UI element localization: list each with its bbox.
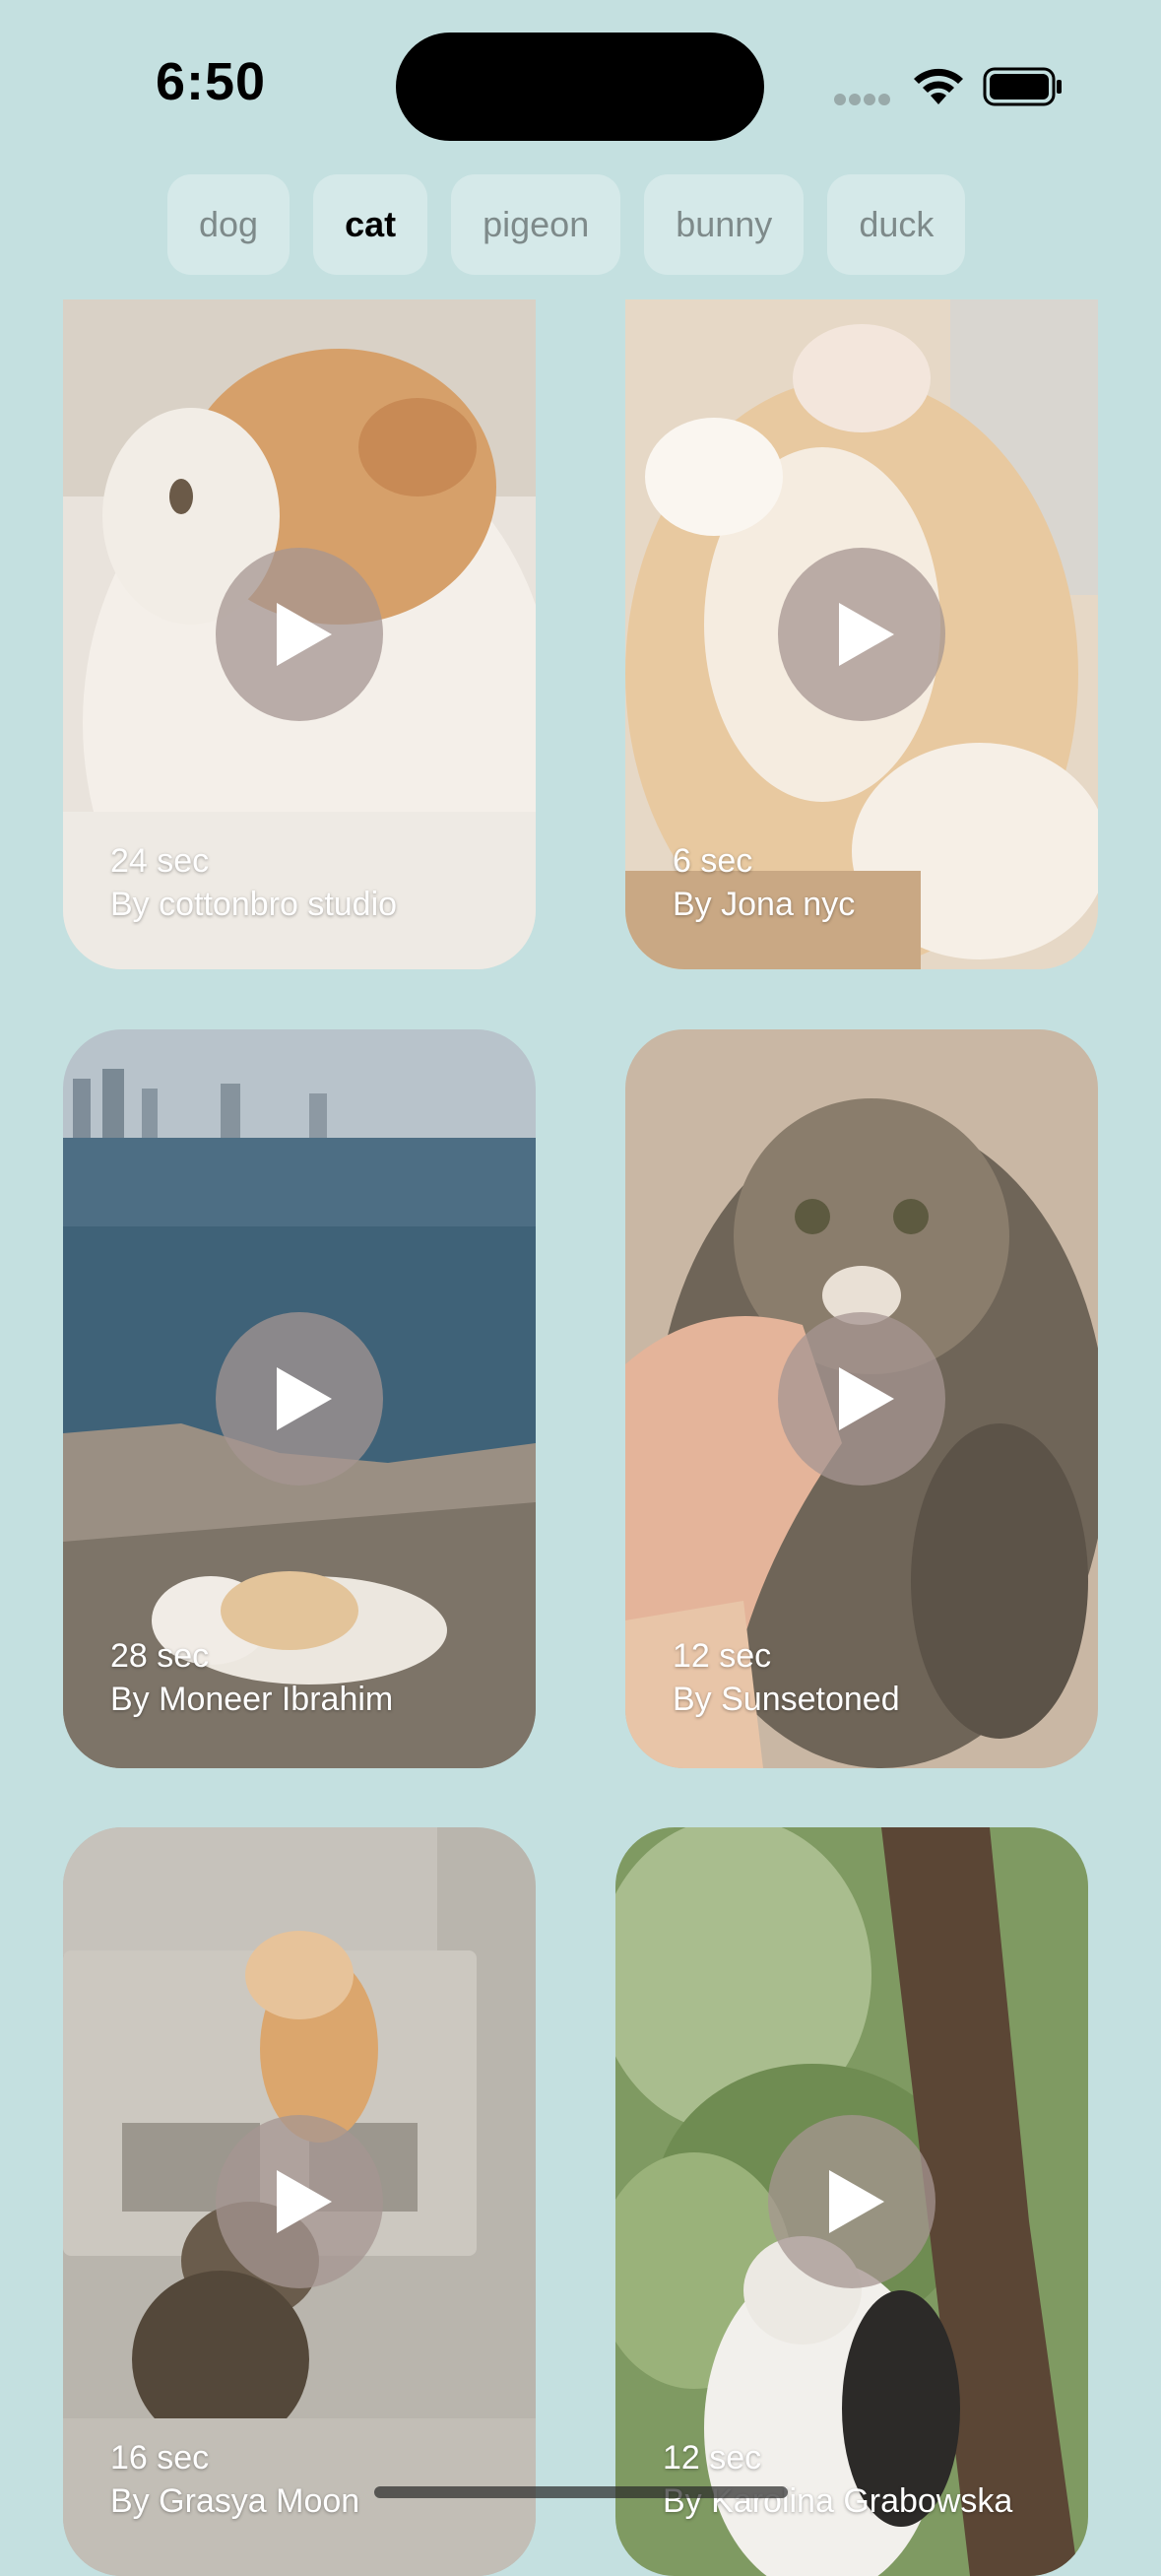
- video-card[interactable]: 28 sec By Moneer Ibrahim: [63, 1029, 536, 1768]
- video-meta: 28 sec By Moneer Ibrahim: [110, 1634, 393, 1721]
- video-meta: 6 sec By Jona nyc: [673, 839, 855, 926]
- filter-chip-pigeon[interactable]: pigeon: [451, 174, 621, 275]
- video-duration: 28 sec: [110, 1637, 210, 1675]
- dynamic-island: [396, 33, 764, 141]
- play-icon: [829, 2170, 884, 2233]
- video-author: By Jona nyc: [673, 886, 856, 923]
- play-icon: [839, 1367, 894, 1430]
- video-meta: 12 sec By Sunsetoned: [673, 1634, 900, 1721]
- video-card[interactable]: 12 sec By Sunsetoned: [625, 1029, 1098, 1768]
- video-duration: 12 sec: [663, 2439, 762, 2477]
- play-button[interactable]: [768, 2115, 935, 2288]
- play-button[interactable]: [216, 2115, 383, 2288]
- filter-chip-label: duck: [859, 204, 935, 244]
- play-button[interactable]: [778, 548, 945, 721]
- play-button[interactable]: [216, 548, 383, 721]
- video-author: By Sunsetoned: [673, 1681, 900, 1718]
- video-duration: 24 sec: [110, 842, 210, 880]
- play-button[interactable]: [216, 1312, 383, 1486]
- category-filter-bar: dog cat pigeon bunny duck: [167, 174, 966, 275]
- filter-chip-cat[interactable]: cat: [313, 174, 428, 275]
- video-meta: 16 sec By Grasya Moon: [110, 2436, 359, 2523]
- home-indicator[interactable]: [374, 2486, 788, 2498]
- video-author: By Grasya Moon: [110, 2482, 360, 2520]
- video-meta: 12 sec By Karolina Grabowska: [663, 2436, 1012, 2523]
- play-icon: [277, 2170, 332, 2233]
- play-icon: [277, 603, 332, 666]
- battery-icon: [983, 67, 1062, 106]
- wifi-icon: [914, 68, 963, 104]
- filter-chip-bunny[interactable]: bunny: [644, 174, 805, 275]
- filter-chip-duck[interactable]: duck: [827, 174, 966, 275]
- filter-chip-label: cat: [345, 204, 397, 244]
- video-author: By cottonbro studio: [110, 886, 398, 923]
- filter-chip-label: pigeon: [483, 204, 590, 244]
- video-card[interactable]: 12 sec By Karolina Grabowska: [615, 1827, 1088, 2576]
- video-duration: 12 sec: [673, 1637, 772, 1675]
- video-duration: 16 sec: [110, 2439, 210, 2477]
- video-author: By Moneer Ibrahim: [110, 1681, 394, 1718]
- filter-chip-label: dog: [199, 204, 259, 244]
- video-card[interactable]: 6 sec By Jona nyc: [625, 299, 1098, 969]
- play-icon: [277, 1367, 332, 1430]
- video-card[interactable]: 16 sec By Grasya Moon: [63, 1827, 536, 2576]
- cellular-signal-icon: [834, 94, 890, 105]
- filter-chip-dog[interactable]: dog: [167, 174, 290, 275]
- play-icon: [839, 603, 894, 666]
- video-meta: 24 sec By cottonbro studio: [110, 839, 397, 926]
- video-duration: 6 sec: [673, 842, 753, 880]
- video-card[interactable]: 24 sec By cottonbro studio: [63, 299, 536, 969]
- status-time: 6:50: [156, 52, 267, 111]
- play-button[interactable]: [778, 1312, 945, 1486]
- filter-chip-label: bunny: [676, 204, 773, 244]
